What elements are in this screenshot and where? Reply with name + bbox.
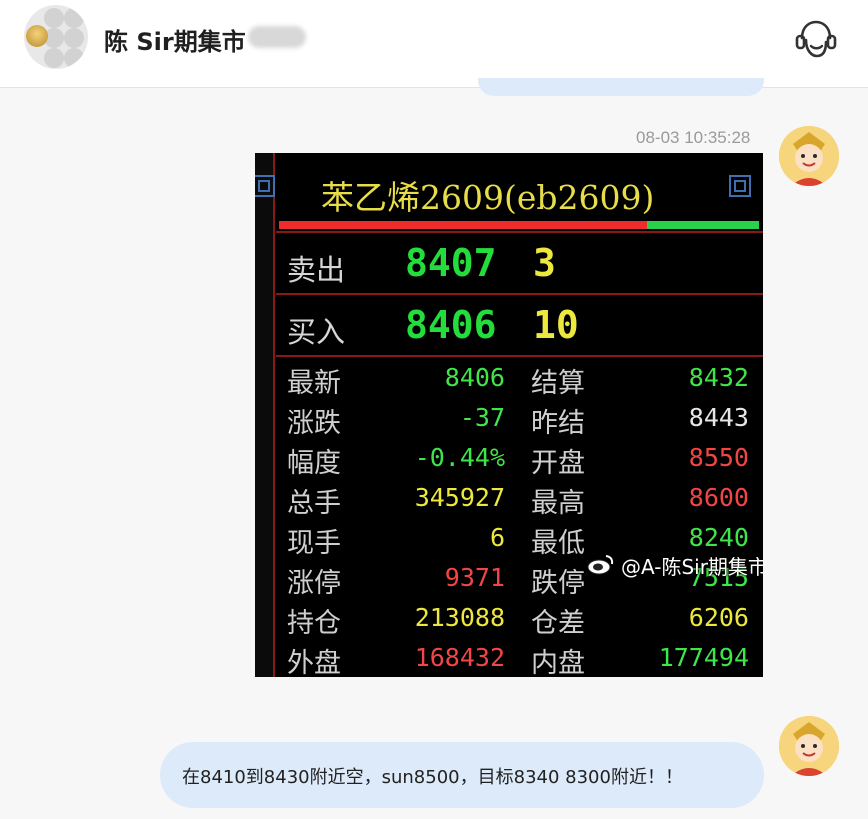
sender-avatar[interactable] bbox=[779, 126, 839, 186]
row-label: 内盘 bbox=[531, 648, 585, 677]
row-label: 外盘 bbox=[287, 648, 341, 677]
buy-price: 8406 bbox=[405, 303, 497, 347]
avatar-cell bbox=[64, 28, 84, 48]
avatar-cell bbox=[44, 8, 64, 28]
sender-avatar[interactable] bbox=[779, 716, 839, 776]
row-value: 168432 bbox=[414, 643, 505, 672]
buy-label: 买入 bbox=[287, 315, 346, 349]
god-of-wealth-icon bbox=[779, 716, 839, 776]
row-label: 最高 bbox=[531, 488, 585, 519]
sell-price: 8407 bbox=[405, 241, 497, 285]
message-text: 在8410到8430附近空，sun8500，目标8340 8300附近！！ bbox=[182, 767, 683, 788]
god-of-wealth-icon bbox=[779, 126, 839, 186]
quote-row: 持仓 213088 仓差 6206 bbox=[255, 601, 763, 641]
row-label: 跌停 bbox=[531, 568, 585, 599]
weibo-icon bbox=[587, 555, 614, 575]
row-label: 幅度 bbox=[287, 448, 341, 479]
row-value: 6206 bbox=[688, 603, 749, 632]
row-label: 涨跌 bbox=[287, 408, 341, 439]
row-value: 177494 bbox=[658, 643, 749, 672]
row-value: -0.44% bbox=[414, 443, 505, 472]
message-timestamp: 08-03 10:35:28 bbox=[636, 128, 751, 147]
row-label: 涨停 bbox=[287, 568, 341, 599]
row-value: 8550 bbox=[688, 443, 749, 472]
customer-service-icon[interactable] bbox=[792, 18, 838, 60]
row-value: 213088 bbox=[414, 603, 505, 632]
window-maximize-icon bbox=[729, 175, 751, 197]
divider bbox=[276, 231, 763, 233]
avatar-cell bbox=[64, 8, 84, 28]
watermark-text: @A-陈Sir期集市 bbox=[621, 555, 763, 579]
group-avatar[interactable] bbox=[24, 5, 88, 69]
quote-row: 最新 8406 结算 8432 bbox=[255, 361, 763, 401]
avatar-cell bbox=[64, 48, 84, 68]
gold-avatar-icon bbox=[26, 25, 48, 47]
sell-label: 卖出 bbox=[287, 253, 346, 287]
row-value: 9371 bbox=[444, 563, 505, 592]
window-restore-icon bbox=[255, 175, 275, 197]
quote-row: 涨跌 -37 昨结 8443 bbox=[255, 401, 763, 441]
row-label: 现手 bbox=[287, 528, 341, 559]
redacted-text bbox=[248, 26, 306, 48]
divider bbox=[276, 355, 763, 357]
row-label: 开盘 bbox=[531, 448, 585, 479]
row-label: 总手 bbox=[287, 488, 341, 519]
row-label: 最低 bbox=[531, 528, 585, 559]
chat-header: 陈 Sir期集市 bbox=[0, 0, 868, 88]
row-value: 345927 bbox=[414, 483, 505, 512]
row-label: 最新 bbox=[287, 368, 341, 399]
row-value: 8443 bbox=[688, 403, 749, 432]
buy-volume: 10 bbox=[533, 303, 579, 347]
row-label: 昨结 bbox=[531, 408, 585, 439]
quote-row: 总手 345927 最高 8600 bbox=[255, 481, 763, 521]
quote-row: 幅度 -0.44% 开盘 8550 bbox=[255, 441, 763, 481]
row-label: 持仓 bbox=[287, 608, 341, 639]
sell-volume: 3 bbox=[533, 241, 556, 285]
row-value: 8240 bbox=[688, 523, 749, 552]
sell-ratio-bar bbox=[279, 221, 647, 229]
quote-row: 外盘 168432 内盘 177494 bbox=[255, 641, 763, 677]
avatar-cell bbox=[44, 48, 64, 68]
divider bbox=[276, 293, 763, 295]
row-value: -37 bbox=[459, 403, 505, 432]
row-value: 8406 bbox=[444, 363, 505, 392]
row-label: 结算 bbox=[531, 368, 585, 399]
row-value: 6 bbox=[489, 523, 505, 552]
buy-ratio-bar bbox=[647, 221, 759, 229]
row-value: 8600 bbox=[688, 483, 749, 512]
message-bubble[interactable]: 在8410到8430附近空，sun8500，目标8340 8300附近！！ bbox=[160, 742, 764, 808]
contract-title: 苯乙烯2609(eb2609) bbox=[321, 178, 655, 217]
row-value: 8432 bbox=[688, 363, 749, 392]
previous-message-bubble bbox=[478, 78, 764, 96]
row-label: 仓差 bbox=[531, 608, 585, 639]
chat-title: 陈 Sir期集市 bbox=[104, 28, 246, 56]
quote-screenshot-image[interactable]: 苯乙烯2609(eb2609) 卖出 8407 3 买入 8406 10 最新 8… bbox=[255, 153, 763, 677]
